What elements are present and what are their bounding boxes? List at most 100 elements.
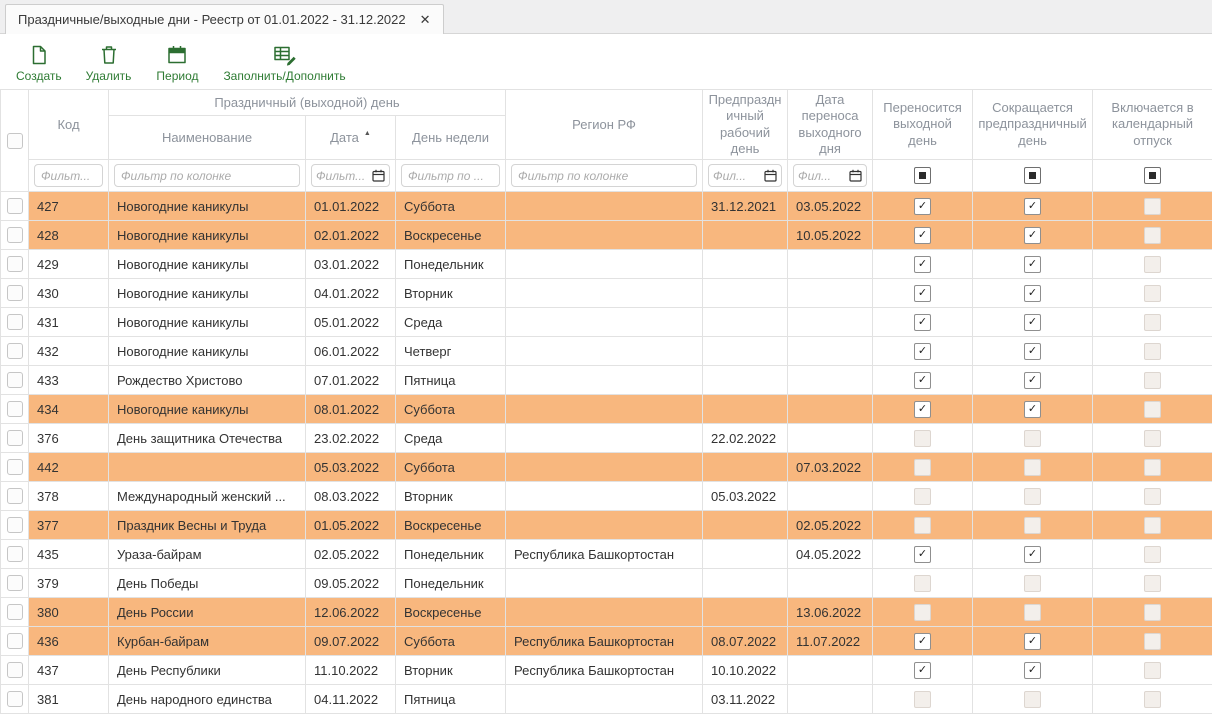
- row-select-checkbox[interactable]: [7, 285, 23, 301]
- in-vacation-checkbox[interactable]: [1144, 633, 1161, 650]
- delete-button[interactable]: Удалить: [86, 43, 132, 83]
- is-transferred-checkbox[interactable]: [914, 372, 931, 389]
- col-header-is-shortened[interactable]: Сокращается предпраздничный день: [973, 90, 1093, 160]
- row-select-checkbox[interactable]: [7, 314, 23, 330]
- col-header-is-transferred[interactable]: Переносится выходной день: [873, 90, 973, 160]
- is-transferred-checkbox[interactable]: [914, 256, 931, 273]
- row-select-checkbox[interactable]: [7, 459, 23, 475]
- tab-holidays-registry[interactable]: Праздничные/выходные дни - Реестр от 01.…: [5, 4, 444, 34]
- in-vacation-checkbox[interactable]: [1144, 198, 1161, 215]
- filter-is-shortened-checkbox[interactable]: [1024, 167, 1041, 184]
- in-vacation-checkbox[interactable]: [1144, 401, 1161, 418]
- is-transferred-checkbox[interactable]: [914, 488, 931, 505]
- in-vacation-checkbox[interactable]: [1144, 285, 1161, 302]
- in-vacation-checkbox[interactable]: [1144, 459, 1161, 476]
- table-row[interactable]: 442 05.03.2022 Суббота 07.03.2022: [1, 453, 1212, 482]
- in-vacation-checkbox[interactable]: [1144, 430, 1161, 447]
- table-row[interactable]: 378 Международный женский ... 08.03.2022…: [1, 482, 1212, 511]
- create-button[interactable]: Создать: [16, 43, 62, 83]
- tab-close-icon[interactable]: ✕: [420, 13, 431, 26]
- row-select-checkbox[interactable]: [7, 430, 23, 446]
- period-button[interactable]: Период: [155, 43, 199, 83]
- table-row[interactable]: 437 День Республики 11.10.2022 Вторник Р…: [1, 656, 1212, 685]
- is-shortened-checkbox[interactable]: [1024, 517, 1041, 534]
- table-row[interactable]: 429 Новогодние каникулы 03.01.2022 Понед…: [1, 250, 1212, 279]
- table-row[interactable]: 427 Новогодние каникулы 01.01.2022 Суббо…: [1, 192, 1212, 221]
- in-vacation-checkbox[interactable]: [1144, 691, 1161, 708]
- is-transferred-checkbox[interactable]: [914, 401, 931, 418]
- is-shortened-checkbox[interactable]: [1024, 430, 1041, 447]
- filter-is-transferred-checkbox[interactable]: [914, 167, 931, 184]
- col-header-in-vacation[interactable]: Включается в календарный отпуск: [1093, 90, 1212, 160]
- is-shortened-checkbox[interactable]: [1024, 691, 1041, 708]
- row-select-checkbox[interactable]: [7, 198, 23, 214]
- filter-preholiday-input[interactable]: [711, 169, 764, 183]
- filter-in-vacation-checkbox[interactable]: [1144, 167, 1161, 184]
- col-header-preholiday-workday[interactable]: Предпраздничный рабочий день: [703, 90, 788, 160]
- row-select-checkbox[interactable]: [7, 546, 23, 562]
- calendar-picker-icon[interactable]: [849, 169, 862, 182]
- is-transferred-checkbox[interactable]: [914, 343, 931, 360]
- in-vacation-checkbox[interactable]: [1144, 227, 1161, 244]
- is-shortened-checkbox[interactable]: [1024, 198, 1041, 215]
- is-transferred-checkbox[interactable]: [914, 575, 931, 592]
- in-vacation-checkbox[interactable]: [1144, 314, 1161, 331]
- is-shortened-checkbox[interactable]: [1024, 285, 1041, 302]
- in-vacation-checkbox[interactable]: [1144, 546, 1161, 563]
- is-shortened-checkbox[interactable]: [1024, 372, 1041, 389]
- col-header-region[interactable]: Регион РФ: [506, 90, 703, 160]
- is-transferred-checkbox[interactable]: [914, 227, 931, 244]
- row-select-checkbox[interactable]: [7, 401, 23, 417]
- in-vacation-checkbox[interactable]: [1144, 575, 1161, 592]
- in-vacation-checkbox[interactable]: [1144, 343, 1161, 360]
- in-vacation-checkbox[interactable]: [1144, 517, 1161, 534]
- filter-transfer-date-input[interactable]: [796, 169, 849, 183]
- is-shortened-checkbox[interactable]: [1024, 401, 1041, 418]
- is-shortened-checkbox[interactable]: [1024, 314, 1041, 331]
- is-shortened-checkbox[interactable]: [1024, 662, 1041, 679]
- calendar-picker-icon[interactable]: [764, 169, 777, 182]
- row-select-checkbox[interactable]: [7, 604, 23, 620]
- filter-weekday-input[interactable]: [401, 164, 500, 187]
- is-transferred-checkbox[interactable]: [914, 430, 931, 447]
- table-row[interactable]: 380 День России 12.06.2022 Воскресенье 1…: [1, 598, 1212, 627]
- row-select-checkbox[interactable]: [7, 256, 23, 272]
- col-header-code[interactable]: Код: [29, 90, 109, 160]
- table-row[interactable]: 428 Новогодние каникулы 02.01.2022 Воскр…: [1, 221, 1212, 250]
- is-shortened-checkbox[interactable]: [1024, 575, 1041, 592]
- is-transferred-checkbox[interactable]: [914, 517, 931, 534]
- table-row[interactable]: 376 День защитника Отечества 23.02.2022 …: [1, 424, 1212, 453]
- table-row[interactable]: 430 Новогодние каникулы 04.01.2022 Вторн…: [1, 279, 1212, 308]
- col-header-name[interactable]: Наименование: [109, 116, 306, 160]
- filter-code-input[interactable]: [34, 164, 103, 187]
- filter-region-input[interactable]: [511, 164, 697, 187]
- table-row[interactable]: 434 Новогодние каникулы 08.01.2022 Суббо…: [1, 395, 1212, 424]
- col-header-weekday[interactable]: День недели: [396, 116, 506, 160]
- is-transferred-checkbox[interactable]: [914, 691, 931, 708]
- is-transferred-checkbox[interactable]: [914, 314, 931, 331]
- is-transferred-checkbox[interactable]: [914, 285, 931, 302]
- table-row[interactable]: 381 День народного единства 04.11.2022 П…: [1, 685, 1212, 714]
- in-vacation-checkbox[interactable]: [1144, 488, 1161, 505]
- in-vacation-checkbox[interactable]: [1144, 604, 1161, 621]
- is-shortened-checkbox[interactable]: [1024, 459, 1041, 476]
- is-transferred-checkbox[interactable]: [914, 633, 931, 650]
- table-row[interactable]: 377 Праздник Весны и Труда 01.05.2022 Во…: [1, 511, 1212, 540]
- is-transferred-checkbox[interactable]: [914, 459, 931, 476]
- row-select-checkbox[interactable]: [7, 227, 23, 243]
- select-all-checkbox[interactable]: [7, 133, 23, 149]
- filter-date-input[interactable]: [314, 169, 372, 183]
- in-vacation-checkbox[interactable]: [1144, 662, 1161, 679]
- is-transferred-checkbox[interactable]: [914, 662, 931, 679]
- row-select-checkbox[interactable]: [7, 372, 23, 388]
- row-select-checkbox[interactable]: [7, 343, 23, 359]
- is-shortened-checkbox[interactable]: [1024, 343, 1041, 360]
- is-shortened-checkbox[interactable]: [1024, 633, 1041, 650]
- row-select-checkbox[interactable]: [7, 662, 23, 678]
- table-row[interactable]: 433 Рождество Христово 07.01.2022 Пятниц…: [1, 366, 1212, 395]
- is-shortened-checkbox[interactable]: [1024, 256, 1041, 273]
- table-row[interactable]: 436 Курбан-байрам 09.07.2022 Суббота Рес…: [1, 627, 1212, 656]
- table-row[interactable]: 435 Ураза-байрам 02.05.2022 Понедельник …: [1, 540, 1212, 569]
- row-select-checkbox[interactable]: [7, 488, 23, 504]
- row-select-checkbox[interactable]: [7, 517, 23, 533]
